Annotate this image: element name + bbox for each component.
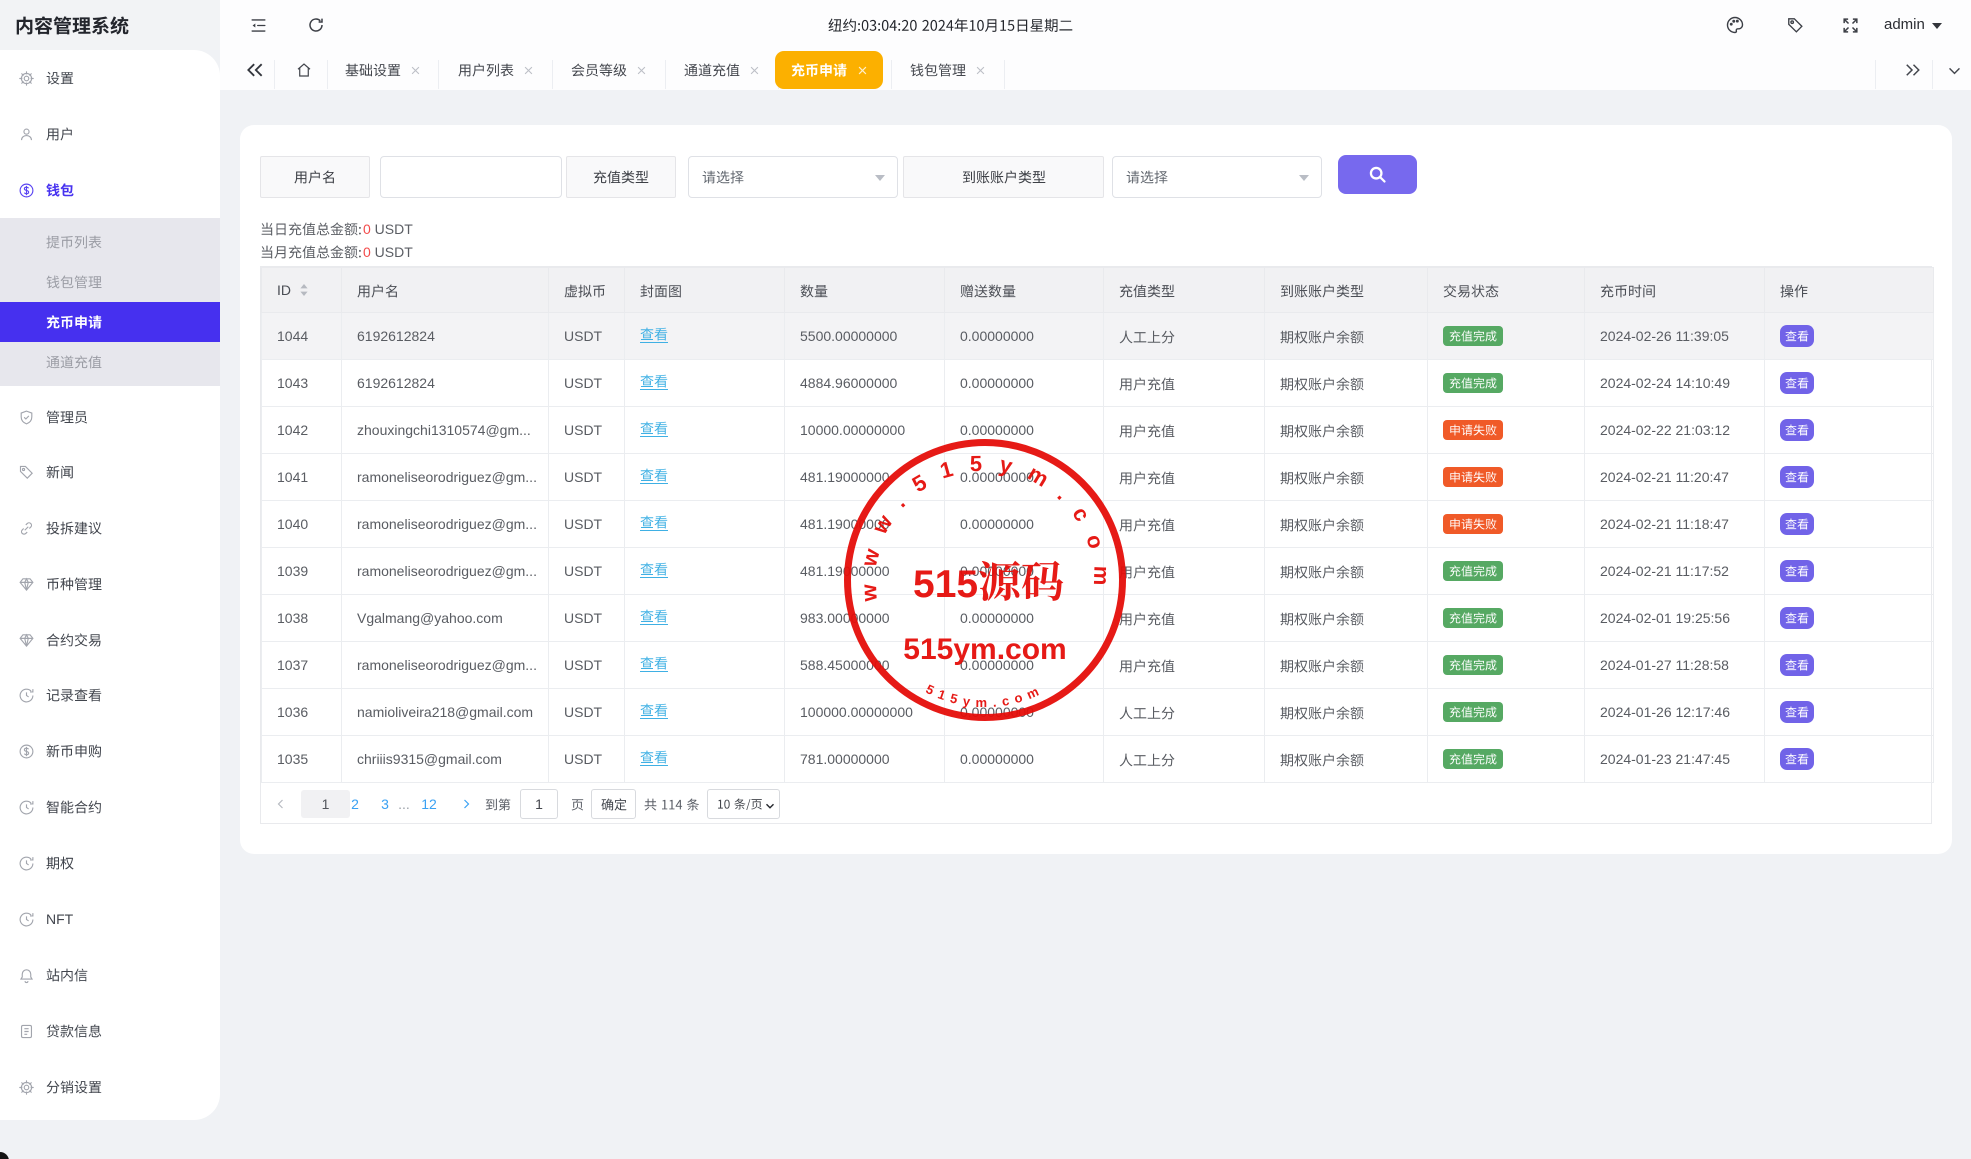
svg-text:515ym.com: 515ym.com xyxy=(924,681,1047,710)
svg-text:515: 515 xyxy=(913,563,978,606)
svg-text:515ym.com: 515ym.com xyxy=(903,633,1066,666)
